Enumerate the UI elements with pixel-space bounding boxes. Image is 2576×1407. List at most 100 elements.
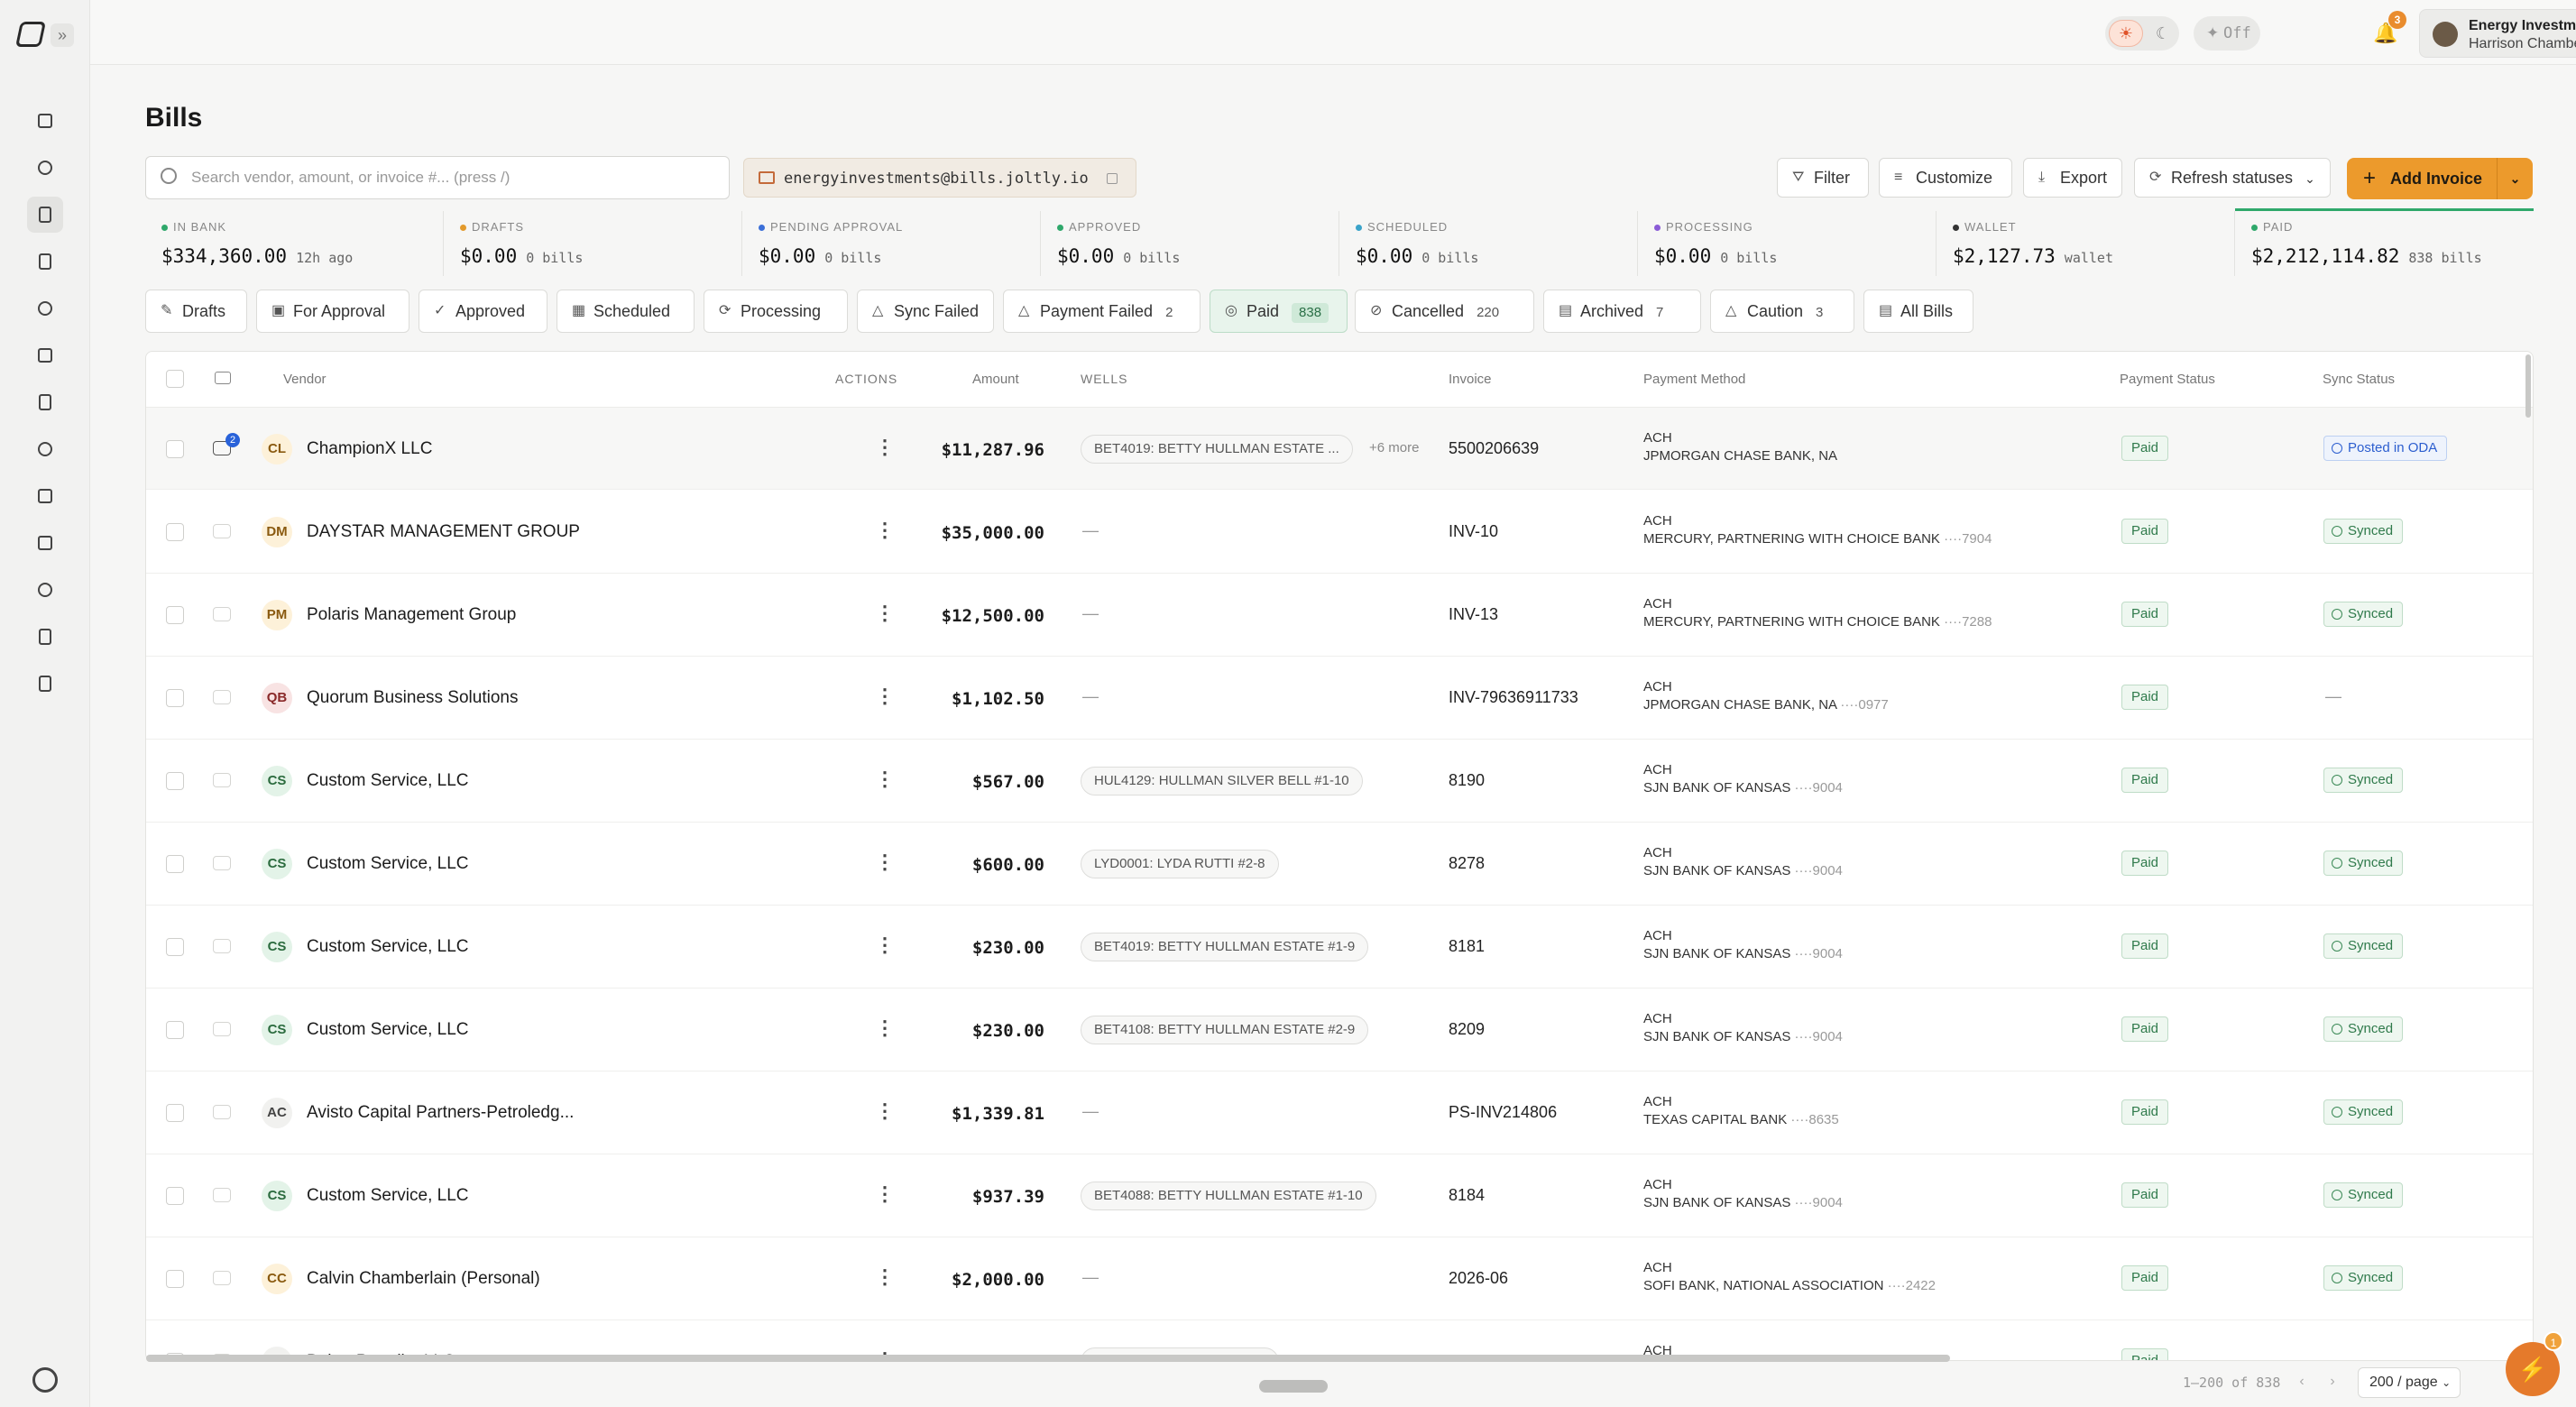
tools-icon[interactable] [27,572,63,608]
moon-icon[interactable]: ☾ [2150,20,2176,47]
refresh-statuses-button[interactable]: ⟳ Refresh statuses ⌄ [2134,158,2331,198]
col-sync-status[interactable]: Sync Status [2323,372,2395,387]
col-payment-status[interactable]: Payment Status [2120,372,2215,387]
row-checkbox[interactable] [166,855,184,873]
invoice-number[interactable]: 2026-06 [1449,1269,1508,1288]
comment-icon[interactable] [213,607,231,621]
stat-paid[interactable]: PAID $2,212,114.82 838 bills [2235,208,2534,273]
vendor-name[interactable]: DAYSTAR MANAGEMENT GROUP [307,522,580,542]
kebab-icon[interactable]: ⋮ [875,437,895,458]
table-row[interactable]: CS Custom Service, LLC ⋮ $230.00 BET4108: BE… [146,989,2533,1071]
col-vendor[interactable]: Vendor [283,372,327,387]
tab-for-approval[interactable]: ▣ For Approval [256,290,409,333]
invoice-number[interactable]: INV-10 [1449,522,1498,541]
table-row[interactable]: CC Calvin Chamberlain (Personal) ⋮ $2,000.0… [146,1237,2533,1320]
stat-wallet[interactable]: WALLET $2,127.73 wallet [1937,211,2235,276]
kebab-icon[interactable]: ⋮ [875,1183,895,1205]
export-button[interactable]: ⤓ Export [2023,158,2122,198]
comment-icon[interactable] [213,1271,231,1285]
tab-approved[interactable]: ✓ Approved [419,290,547,333]
table-row[interactable]: 2 CL ChampionX LLC ⋮ $11,287.96 BET4019: BETT… [146,408,2533,490]
kebab-icon[interactable]: ⋮ [875,685,895,707]
comment-icon[interactable] [213,1022,231,1036]
home-icon[interactable] [27,103,63,139]
vendor-name[interactable]: Custom Service, LLC [307,1020,469,1040]
table-row[interactable]: DM DAYSTAR MANAGEMENT GROUP ⋮ $35,000.00 — IN… [146,491,2533,574]
tab-payment-failed[interactable]: △ Payment Failed 2 [1003,290,1201,333]
tab-caution[interactable]: △ Caution 3 [1710,290,1854,333]
wells-more-link[interactable]: +6 more [1369,440,1419,455]
sun-icon[interactable]: ☀ [2109,20,2143,47]
kebab-icon[interactable]: ⋮ [875,768,895,790]
invoice-number[interactable]: INV-13 [1449,605,1498,624]
kebab-icon[interactable]: ⋮ [875,520,895,541]
invoice-number[interactable]: PS-INV214806 [1449,1103,1557,1122]
theme-toggle[interactable]: ☀ ☾ [2105,16,2179,51]
approval-icon[interactable] [27,290,63,326]
bills-icon[interactable] [27,197,63,233]
email-chip[interactable]: energyinvestments@bills.joltly.io [743,158,1137,198]
well-chip[interactable]: BET4088: BETTY HULLMAN ESTATE #1-10 [1081,1182,1376,1210]
transfer-icon[interactable] [27,337,63,373]
per-page-select[interactable]: 200 / page ⌄ [2358,1367,2461,1398]
tab-paid[interactable]: ◎ Paid 838 [1210,290,1348,333]
row-checkbox[interactable] [166,938,184,956]
row-checkbox[interactable] [166,1104,184,1122]
cloud-icon[interactable] [27,431,63,467]
row-checkbox[interactable] [166,440,184,458]
tab-all-bills[interactable]: ▤ All Bills [1863,290,1973,333]
customize-button[interactable]: ≡ Customize [1879,158,2012,198]
vendor-name[interactable]: Quorum Business Solutions [307,688,518,708]
next-page-button[interactable]: › [2320,1369,2345,1394]
vendor-name[interactable]: Custom Service, LLC [307,1186,469,1206]
tab-scheduled[interactable]: ▦ Scheduled [557,290,695,333]
table-row[interactable]: CS Custom Service, LLC ⋮ $600.00 LYD0001: LY… [146,823,2533,906]
vendor-name[interactable]: Polaris Management Group [307,605,516,625]
expand-icon[interactable]: » [51,23,74,47]
vendor-name[interactable]: ChampionX LLC [307,439,432,459]
comment-icon[interactable] [213,1105,231,1119]
scroll-grip[interactable] [1259,1380,1328,1393]
invoice-number[interactable]: 8181 [1449,937,1485,956]
comment-icon[interactable] [213,1188,231,1202]
col-invoice[interactable]: Invoice [1449,372,1492,387]
row-checkbox[interactable] [166,772,184,790]
table-row[interactable]: QB Quorum Business Solutions ⋮ $1,102.50 — IN… [146,657,2533,740]
row-checkbox[interactable] [166,606,184,624]
stat-approved[interactable]: APPROVED $0.00 0 bills [1041,211,1339,276]
vendor-name[interactable]: Custom Service, LLC [307,854,469,874]
tab-archived[interactable]: ▤ Archived 7 [1543,290,1701,333]
table-row[interactable]: CS Custom Service, LLC ⋮ $567.00 HUL4129: HU… [146,740,2533,823]
well-chip[interactable]: BET4019: BETTY HULLMAN ESTATE #1-9 [1081,933,1369,961]
invoice-number[interactable]: 8209 [1449,1020,1485,1039]
table-row[interactable]: CS Custom Service, LLC ⋮ $230.00 BET4019: BE… [146,906,2533,989]
row-checkbox[interactable] [166,523,184,541]
vertical-scrollbar[interactable] [2525,354,2531,418]
copy-icon[interactable] [1107,173,1118,184]
coin-icon[interactable] [27,150,63,186]
vendor-name[interactable]: Calvin Chamberlain (Personal) [307,1269,540,1289]
well-chip[interactable]: BET4019: BETTY HULLMAN ESTATE ... [1081,435,1353,464]
invoice-number[interactable]: 8278 [1449,854,1485,873]
chart-icon[interactable] [27,478,63,514]
comment-icon[interactable] [213,690,231,704]
col-payment-method[interactable]: Payment Method [1643,372,1745,387]
filter-button[interactable]: ⛛ Filter [1777,158,1869,198]
invoice-icon[interactable] [27,666,63,702]
tab-sync-failed[interactable]: △ Sync Failed [857,290,994,333]
kebab-icon[interactable]: ⋮ [875,1266,895,1288]
stat-processing[interactable]: PROCESSING $0.00 0 bills [1638,211,1937,276]
document-icon[interactable] [27,244,63,280]
tab-cancelled[interactable]: ⊘ Cancelled 220 [1355,290,1534,333]
vendor-name[interactable]: Avisto Capital Partners-Petroledg... [307,1103,574,1123]
stat-in-bank[interactable]: IN BANK $334,360.00 12h ago [145,211,444,276]
row-checkbox[interactable] [166,689,184,707]
row-checkbox[interactable] [166,1021,184,1039]
table-row[interactable]: AC Avisto Capital Partners-Petroledg... ⋮ $… [146,1071,2533,1154]
stat-pending-approval[interactable]: PENDING APPROVAL $0.00 0 bills [742,211,1041,276]
settings-icon[interactable] [32,1367,58,1393]
kebab-icon[interactable]: ⋮ [875,602,895,624]
list-icon[interactable] [27,525,63,561]
prev-page-button[interactable]: ‹ [2289,1369,2314,1394]
logo-icon[interactable] [15,22,46,47]
